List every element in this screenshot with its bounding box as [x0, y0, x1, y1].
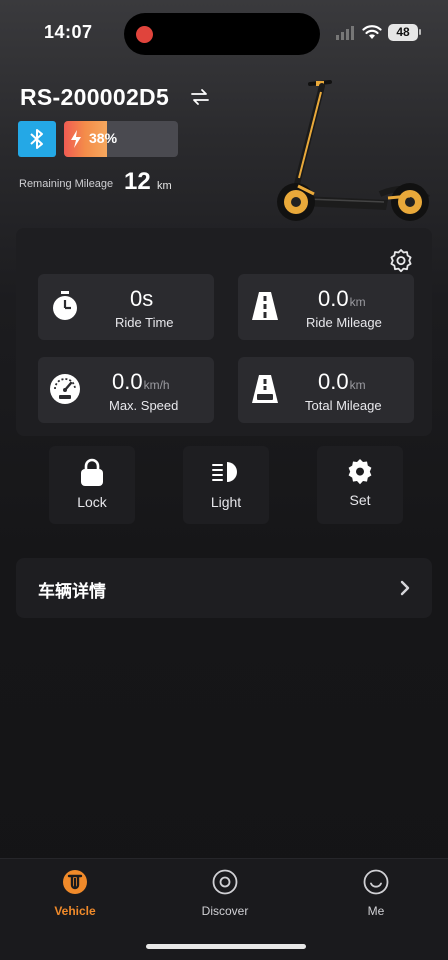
phone-battery-indicator: 48 [388, 24, 418, 41]
tab-vehicle[interactable]: Vehicle [20, 868, 130, 924]
bluetooth-icon [30, 129, 43, 149]
total-mileage-number: 0.0 [318, 369, 349, 394]
ride-mileage-number: 0.0 [318, 286, 349, 311]
tab-me-label: Me [367, 904, 385, 918]
vehicle-details-row[interactable]: 车辆详情 [16, 558, 432, 618]
light-label: Light [210, 494, 242, 510]
tab-me[interactable]: Me [321, 868, 431, 924]
max-speed-label: Max. Speed [109, 398, 179, 413]
padlock-icon [81, 458, 103, 486]
lock-label: Lock [77, 494, 107, 510]
total-mileage-value: 0.0km [318, 369, 366, 395]
lock-button[interactable]: Lock [49, 446, 135, 524]
max-speed-value: 0.0km/h [112, 369, 170, 395]
headlight-icon [212, 462, 237, 482]
remaining-mileage-label: Remaining Mileage [19, 178, 114, 190]
light-button[interactable]: Light [183, 446, 269, 524]
ride-mileage-unit: km [349, 295, 366, 309]
scooter-image [277, 80, 430, 221]
max-speed-unit: km/h [143, 378, 170, 392]
vehicle-details-label: 车辆详情 [38, 582, 106, 602]
set-button[interactable]: Set [317, 446, 403, 524]
gear-outline-icon[interactable] [388, 248, 414, 274]
ride-time-card: 0s Ride Time [38, 274, 214, 340]
tab-discover[interactable]: Discover [170, 868, 280, 924]
set-label: Set [349, 492, 371, 508]
battery-percent: 38% [89, 130, 118, 146]
odometer-road-icon [252, 375, 278, 403]
tab-discover-label: Discover [201, 904, 249, 918]
device-name: RS-200002D5 [20, 84, 170, 110]
road-icon [252, 292, 278, 320]
status-bar: 14:07 48 [0, 0, 448, 62]
max-speed-card: 0.0km/h Max. Speed [38, 357, 214, 423]
total-mileage-label: Total Mileage [305, 398, 382, 413]
ride-mileage-value: 0.0km [318, 286, 366, 312]
remaining-mileage-value: 12 [124, 168, 151, 195]
speedometer-icon [50, 374, 80, 404]
battery-cap [419, 29, 421, 35]
max-speed-number: 0.0 [112, 369, 143, 394]
compass-circle-icon [212, 869, 238, 895]
stopwatch-icon [53, 291, 77, 320]
ride-time-value: 0s [130, 286, 153, 312]
cellular-signal-icon [336, 26, 354, 40]
smiley-icon [363, 869, 389, 895]
ride-time-number: 0s [130, 286, 154, 311]
tab-vehicle-label: Vehicle [54, 904, 96, 918]
lightning-bolt-icon [71, 130, 81, 148]
remaining-mileage-unit: km [157, 180, 172, 192]
home-indicator[interactable] [146, 944, 306, 949]
status-time: 14:07 [44, 22, 93, 42]
scooter-battery-bar: 38% [64, 121, 178, 157]
wifi-icon [362, 25, 382, 39]
total-mileage-card: 0.0km Total Mileage [238, 357, 414, 423]
ride-mileage-card: 0.0km Ride Mileage [238, 274, 414, 340]
swap-arrows-icon[interactable] [190, 87, 210, 107]
total-mileage-unit: km [349, 378, 366, 392]
dynamic-island [124, 13, 320, 55]
ride-time-label: Ride Time [115, 315, 174, 330]
bluetooth-status[interactable] [18, 121, 56, 157]
chevron-right-icon [400, 580, 410, 596]
gear-icon [348, 459, 372, 485]
recording-indicator-icon [136, 26, 153, 43]
scooter-logo-icon [63, 870, 87, 894]
ride-mileage-label: Ride Mileage [306, 315, 382, 330]
